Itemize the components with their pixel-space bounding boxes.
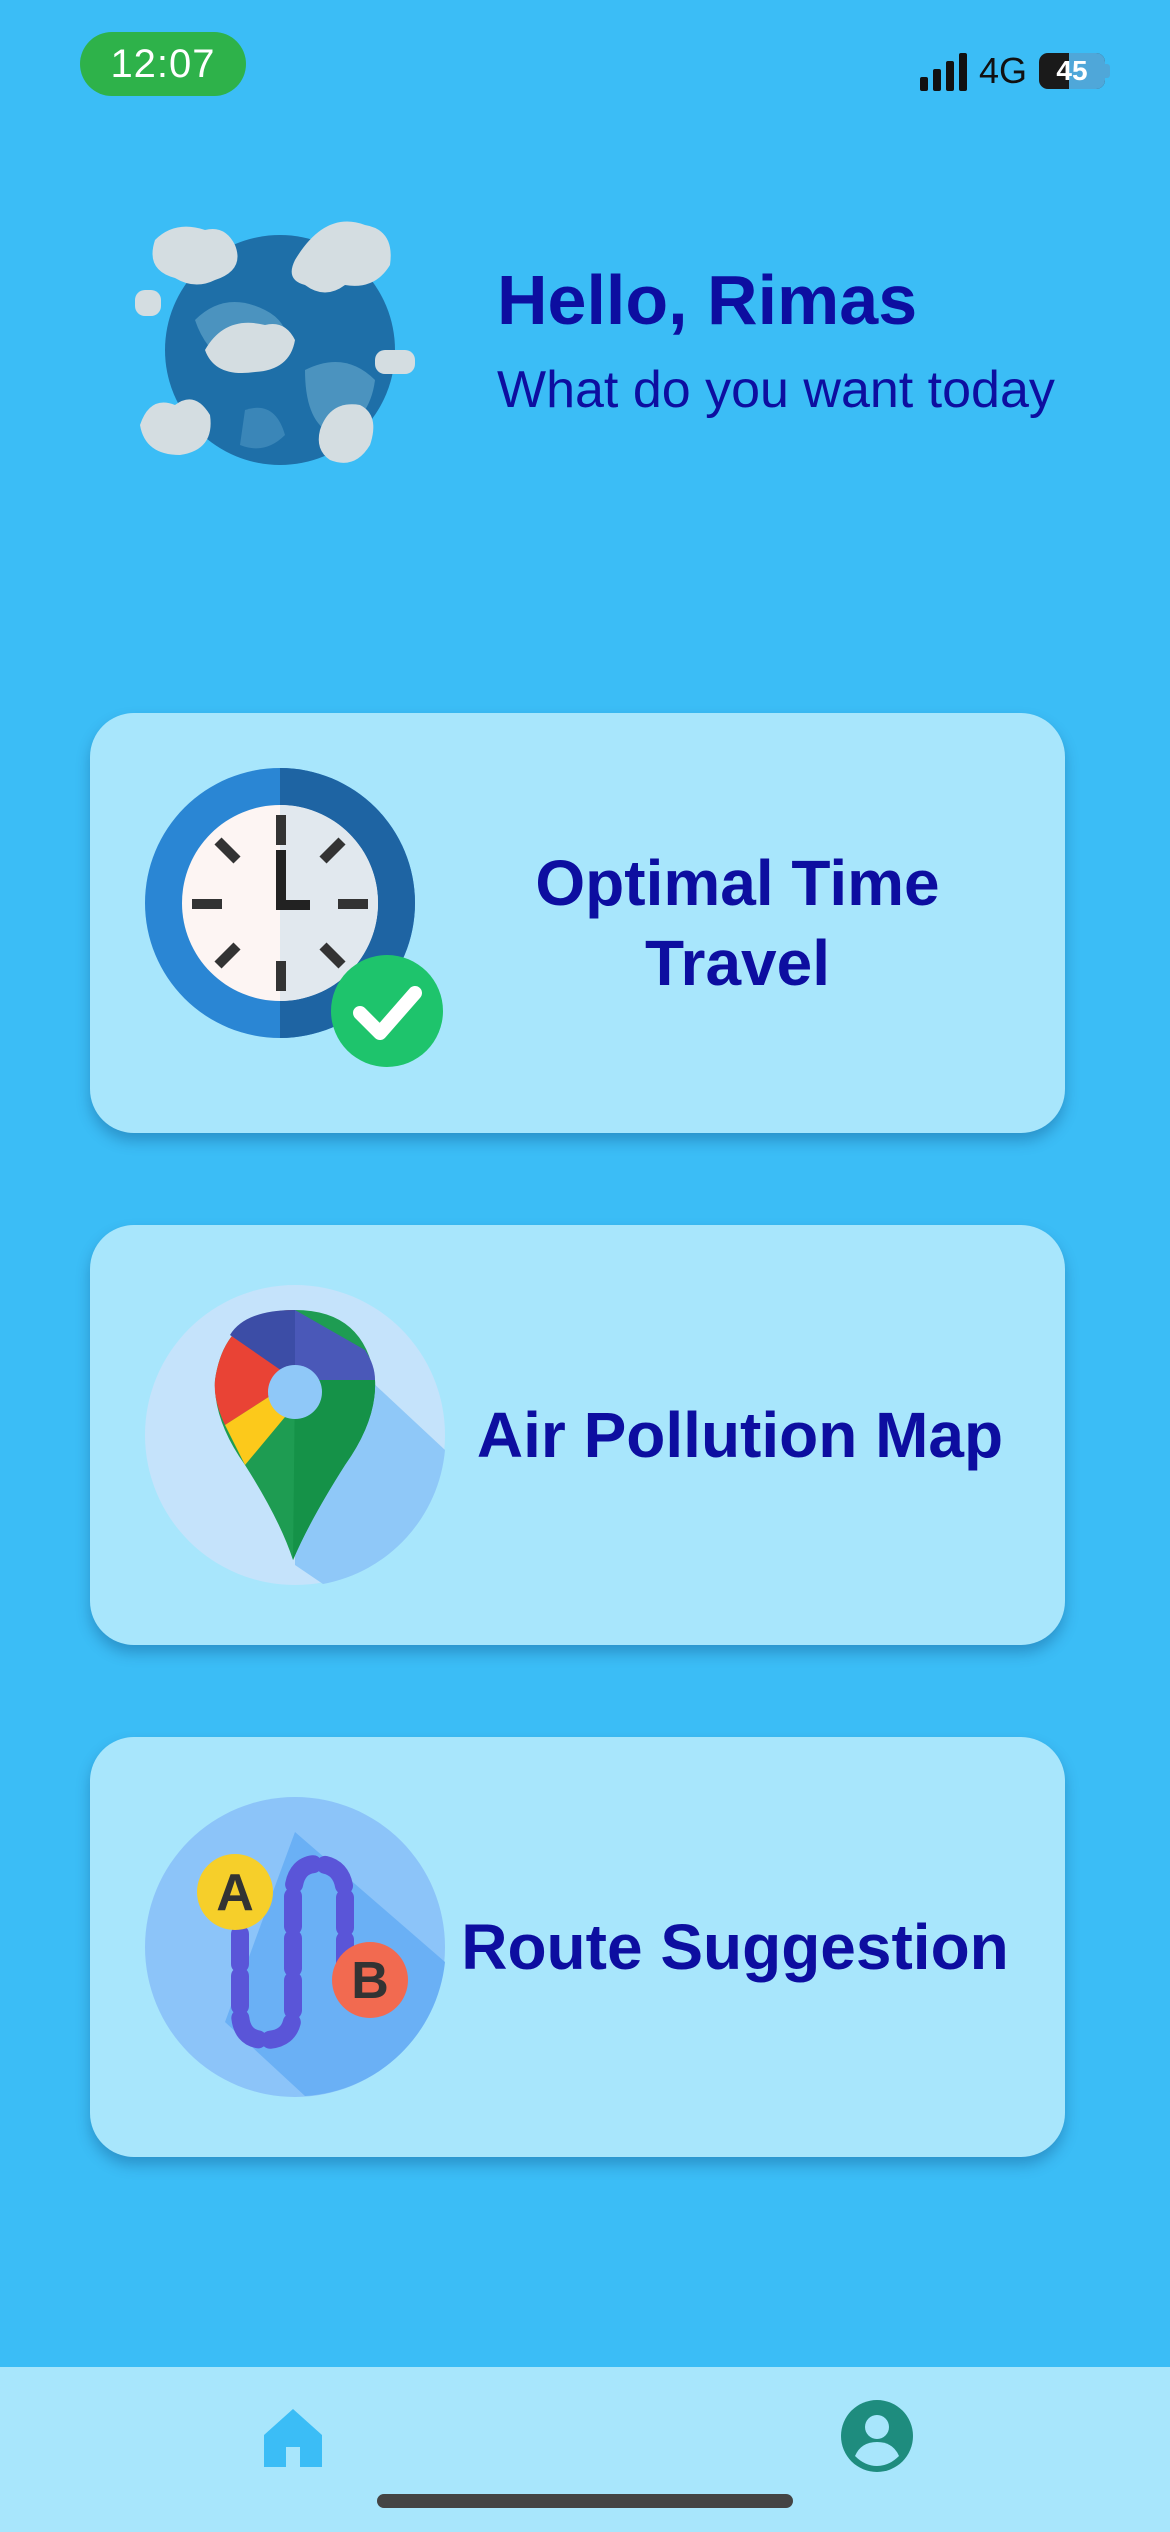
route-end-label: B	[351, 1952, 389, 2010]
route-icon: A B	[145, 1797, 445, 2097]
bottom-nav	[0, 2367, 1170, 2532]
profile-icon[interactable]	[841, 2400, 913, 2472]
greeting-title: Hello, Rimas	[497, 261, 918, 339]
route-suggestion-card[interactable]: A B Route Suggestion	[90, 1737, 1065, 2157]
globe-icon	[135, 221, 415, 465]
optimal-time-travel-card[interactable]: Optimal Time Travel	[90, 713, 1065, 1133]
clock-check-icon	[145, 768, 443, 1067]
home-indicator	[377, 2494, 793, 2508]
air-pollution-map-card[interactable]: Air Pollution Map	[90, 1225, 1065, 1645]
card-label: Optimal Time Travel	[535, 847, 940, 999]
map-pin-icon	[145, 1285, 445, 1585]
signal-icon	[919, 51, 967, 91]
network-type: 4G	[978, 50, 1027, 91]
greeting-subtitle: What do you want today	[497, 361, 1055, 419]
route-start-label: A	[216, 1864, 254, 1922]
battery-level: 45	[1056, 55, 1088, 86]
card-label: Route Suggestion	[461, 1911, 1009, 1983]
status-bar: 12:07 4G 45	[0, 0, 1170, 130]
card-label: Air Pollution Map	[476, 1399, 1004, 1471]
home-icon[interactable]	[262, 2407, 324, 2469]
battery-icon: 45	[1039, 53, 1105, 89]
status-time: 12:07	[80, 32, 246, 96]
header: Hello, Rimas What do you want today	[0, 180, 1170, 510]
status-indicators: 4G 45	[919, 50, 1110, 92]
